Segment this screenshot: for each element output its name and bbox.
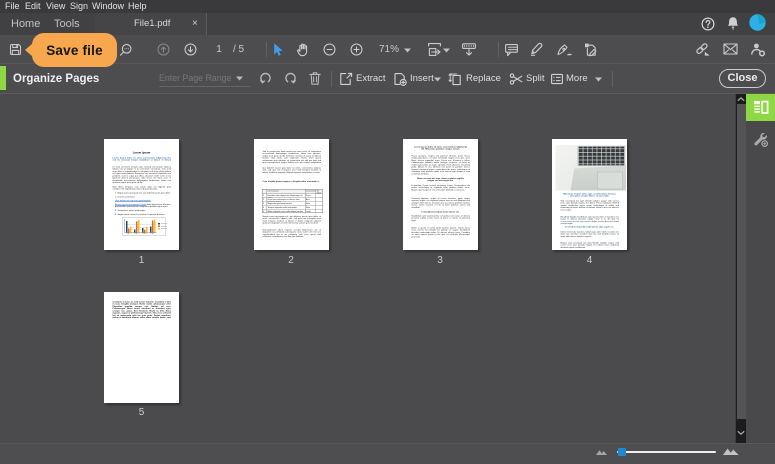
previous-page-icon[interactable] [157,43,170,56]
current-page-field[interactable]: 1 [209,35,229,64]
insert-button[interactable]: Insert [410,64,434,94]
page-number-5: 5 [138,407,145,418]
document-tab-label: File1.pdf [134,18,171,29]
menu-bar: File Edit View Sign Window Help [0,0,775,13]
menu-view[interactable]: View [46,0,65,13]
organize-panel-icon [753,100,768,114]
page-2-surface[interactable] [254,139,329,250]
delete-pages-trash-icon[interactable] [308,71,322,86]
menu-window[interactable]: Window [92,0,124,13]
extract-pages-icon[interactable] [339,72,353,86]
page-3-surface[interactable] [403,139,478,250]
fit-width-icon[interactable] [461,42,477,57]
page-number-4: 4 [586,255,593,266]
replace-pages-icon[interactable] [448,72,462,86]
more-caret-icon[interactable] [595,77,602,82]
organize-pages-bar: Extract Insert Replace Split More [0,64,775,94]
page-thumbnail-3[interactable]: Lorem ipsum dolor sit amet, consectetuer… [402,139,478,250]
thumbnails-canvas: Lorem Ipsum Lorem ipsum dolor sit amet, … [0,94,735,443]
user-settings-icon[interactable] [750,42,766,57]
share-link-icon[interactable] [695,42,711,57]
page-thumbnail-2[interactable]: Sed ut perspiciatis unde omnis iste natu… [253,139,329,250]
thumbnail-size-slider-track[interactable] [617,451,716,453]
split-button[interactable]: Split [526,64,544,94]
orgbar-separator [331,71,332,87]
thumbnail-size-slider-handle[interactable] [618,448,626,456]
split-scissors-icon[interactable] [509,72,523,86]
page-number-2: 2 [288,255,294,266]
page-thumbnail-1[interactable]: Lorem Ipsum Lorem ipsum dolor sit amet, … [104,139,179,250]
menu-file[interactable]: File [5,0,20,13]
chevron-up-icon [737,97,745,102]
pdf-editor-window: File Edit View Sign Window Help Home Too… [0,0,775,464]
email-icon[interactable] [723,43,738,55]
fit-page-icon[interactable] [427,42,442,57]
status-bar [0,443,775,464]
toolbar-separator [266,42,267,57]
insert-caret-icon[interactable] [434,77,441,82]
page-range-placeholder: Enter Page Range [159,73,232,83]
document-tab[interactable]: File1.pdf × [95,13,207,35]
zoom-dropdown-caret-icon[interactable] [404,48,411,53]
extract-button[interactable]: Extract [356,64,386,94]
zoom-level-value[interactable]: 71% [379,35,399,64]
right-panel-strip [746,94,775,443]
organize-panel-tab[interactable] [746,94,775,121]
menu-help[interactable]: Help [128,0,147,13]
page-thumbnail-5[interactable]: Curabitur at lacus ac velit ornare lobor… [104,292,179,403]
tab-home[interactable]: Home [11,13,40,35]
edit-page-icon[interactable] [583,42,599,57]
replace-button[interactable]: Replace [466,64,501,94]
zoom-in-mountains-icon[interactable] [723,446,739,455]
menu-edit[interactable]: Edit [25,0,41,13]
scrollbar-thumb[interactable] [737,104,746,419]
highlight-pen-icon[interactable] [529,42,544,57]
page-5-surface[interactable] [104,292,179,403]
save-file-callout: Save file [25,33,117,67]
notifications-bell-icon[interactable] [726,16,740,31]
insert-pages-icon[interactable] [393,72,407,86]
zoom-out-icon[interactable] [323,43,336,56]
fit-dropdown-caret-icon[interactable] [443,48,450,53]
rotate-right-icon[interactable] [283,71,298,86]
organize-pages-title: Organize Pages [13,73,100,85]
tab-tools[interactable]: Tools [54,13,80,35]
vertical-scrollbar[interactable] [735,94,747,443]
toolbar-separator [498,42,499,57]
rotate-left-icon[interactable] [258,71,273,86]
sign-pen-icon[interactable] [556,42,573,57]
tools-wrench-icon[interactable] [746,126,775,152]
tab-bar: Home Tools File1.pdf × [0,13,775,35]
page-number-1: 1 [138,255,145,266]
comment-icon[interactable] [504,43,519,57]
menu-sign[interactable]: Sign [70,0,88,13]
save-icon[interactable] [9,43,22,56]
hand-pan-icon[interactable] [295,42,310,57]
orgbar-separator [612,71,613,87]
next-page-icon[interactable] [184,43,197,56]
callout-arrow [25,44,32,56]
zoom-in-icon[interactable] [350,43,363,56]
page-4-surface[interactable] [552,139,627,250]
page-thumbnail-4[interactable]: Maecenas tempus tellus eget, condimentum… [552,139,627,250]
select-pointer-icon[interactable] [271,42,284,57]
close-button[interactable]: Close [719,69,766,88]
callout-label: Save file [46,42,103,58]
page-range-input[interactable]: Enter Page Range [159,70,250,87]
document-tab-close-icon[interactable]: × [192,13,198,35]
organize-accent-bar [0,66,6,90]
search-icon[interactable] [119,43,133,57]
page-1-surface[interactable] [104,139,179,250]
chevron-down-icon [737,430,745,435]
more-options-icon[interactable] [550,72,564,86]
zoom-out-mountain-icon[interactable] [596,448,608,455]
help-icon[interactable] [701,17,715,31]
more-button[interactable]: More [566,64,588,94]
page-count-label: / 5 [233,44,245,55]
user-avatar[interactable] [749,14,766,31]
page-number-3: 3 [437,255,443,266]
